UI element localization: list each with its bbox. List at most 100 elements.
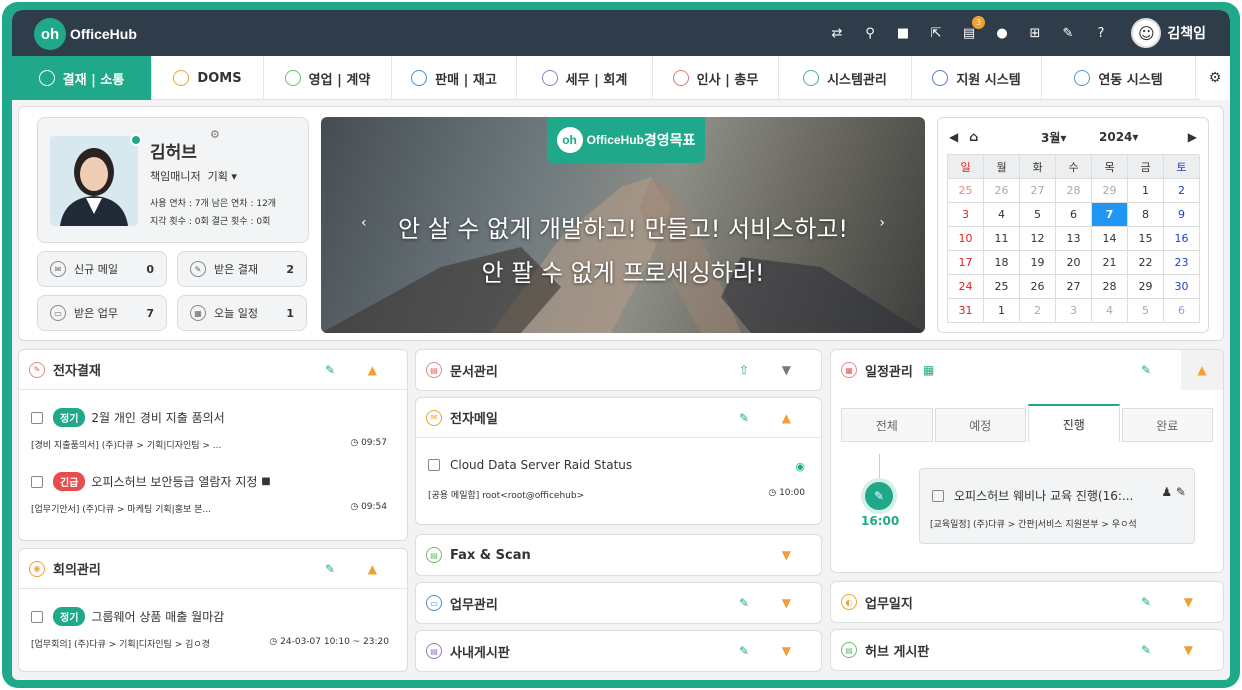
upload-icon[interactable]: ⇧ — [739, 363, 749, 377]
calendar-day[interactable]: 1 — [984, 299, 1020, 323]
timeline-edit-icon[interactable]: ✎ — [861, 478, 897, 514]
schedule-collapse-icon[interactable]: ▲ — [1181, 350, 1223, 390]
banner-next-icon[interactable]: › — [879, 215, 885, 231]
calendar-day[interactable]: 10 — [948, 227, 984, 251]
banner[interactable]: oh OfficeHub 경영목표 안 살 수 없게 개발하고! 만들고! 서비스하… — [321, 117, 925, 333]
nav-item-6[interactable]: 시스템관리 — [779, 56, 912, 100]
profile-settings-icon[interactable]: ⚙ — [210, 128, 220, 141]
calendar-day[interactable]: 30 — [1164, 275, 1200, 299]
calendar-day[interactable]: 15 — [1128, 227, 1164, 251]
calendar-day[interactable]: 12 — [1020, 227, 1056, 251]
docs-expand-icon[interactable]: ▼ — [782, 363, 791, 377]
notification-icon[interactable]: ▤ 3 — [960, 16, 985, 42]
calendar-day[interactable]: 20 — [1056, 251, 1092, 275]
board-expand-icon[interactable]: ▼ — [782, 644, 791, 658]
list-item[interactable]: Cloud Data Server Raid Status — [428, 458, 632, 472]
calendar-day[interactable]: 23 — [1164, 251, 1200, 275]
calendar-day[interactable]: 6 — [1164, 299, 1200, 323]
calendar-day[interactable]: 26 — [1020, 275, 1056, 299]
log-edit-icon[interactable]: ✎ — [1141, 595, 1151, 609]
calendar-day[interactable]: 4 — [984, 203, 1020, 227]
received-task-button[interactable]: ▭ 받은 업무 7 — [37, 295, 167, 331]
schedule-card[interactable]: 오피스허브 웨비나 교육 진행(16:... ♟ ✎ [교육일정] (주)다큐 … — [919, 468, 1195, 544]
next-month-icon[interactable]: ▶ — [1188, 130, 1197, 144]
calendar-day[interactable]: 14 — [1092, 227, 1128, 251]
approval-collapse-icon[interactable]: ▲ — [368, 363, 377, 377]
share-icon[interactable]: ⇱ — [927, 24, 945, 42]
calendar-day[interactable]: 24 — [948, 275, 984, 299]
prev-month-icon[interactable]: ◀ — [949, 130, 958, 144]
nav-item-3[interactable]: 판매 | 재고 — [392, 56, 517, 100]
lock-icon[interactable]: ● — [993, 24, 1011, 42]
calendar-day[interactable]: 2 — [1164, 179, 1200, 203]
calendar-day[interactable]: 18 — [984, 251, 1020, 275]
search-icon[interactable]: ⚲ — [861, 24, 879, 42]
user-menu[interactable]: ☺ 김책임 — [1131, 18, 1206, 48]
nav-item-2[interactable]: 영업 | 계약 — [264, 56, 392, 100]
fax-expand-icon[interactable]: ▼ — [782, 548, 791, 562]
calendar-day[interactable]: 26 — [984, 179, 1020, 203]
log-expand-icon[interactable]: ▼ — [1184, 595, 1193, 609]
approval-edit-icon[interactable]: ✎ — [325, 363, 335, 377]
calendar-day[interactable]: 27 — [1056, 275, 1092, 299]
tab-in-progress[interactable]: 진행 — [1028, 404, 1120, 442]
list-item[interactable]: 정기 2월 개인 경비 지출 품의서 — [31, 408, 225, 427]
today-schedule-button[interactable]: ▦ 오늘 일정 1 — [177, 295, 307, 331]
nav-item-1[interactable]: DOMS — [152, 56, 264, 100]
list-item[interactable]: 긴급 오피스허브 보안등급 열람자 지정 ■ — [31, 472, 271, 491]
calendar-day[interactable]: 25 — [984, 275, 1020, 299]
schedule-edit-icon[interactable]: ✎ — [1141, 363, 1151, 377]
mail-collapse-icon[interactable]: ▲ — [782, 411, 791, 425]
calendar-day[interactable]: 27 — [1020, 179, 1056, 203]
new-mail-button[interactable]: ✉ 신규 메일 0 — [37, 251, 167, 287]
calendar-day[interactable]: 21 — [1092, 251, 1128, 275]
org-chart-icon[interactable]: ⊞ — [1026, 24, 1044, 42]
task-expand-icon[interactable]: ▼ — [782, 596, 791, 610]
calendar-icon[interactable]: ▦ — [923, 363, 934, 377]
settings-gear-icon[interactable]: ⚙ — [1200, 56, 1230, 100]
calendar-day[interactable]: 29 — [1092, 179, 1128, 203]
calendar-day[interactable]: 13 — [1056, 227, 1092, 251]
calendar-day[interactable]: 17 — [948, 251, 984, 275]
tab-done[interactable]: 완료 — [1121, 408, 1213, 442]
calendar-day[interactable]: 7 — [1092, 203, 1128, 227]
calendar-day[interactable]: 3 — [948, 203, 984, 227]
calendar-day[interactable]: 6 — [1056, 203, 1092, 227]
nav-item-5[interactable]: 인사 | 총무 — [653, 56, 779, 100]
meeting-edit-icon[interactable]: ✎ — [325, 562, 335, 576]
tab-planned[interactable]: 예정 — [934, 408, 1026, 442]
home-icon[interactable]: ⌂ — [969, 130, 978, 145]
tab-all[interactable]: 전체 — [841, 408, 933, 442]
calendar-day[interactable]: 5 — [1128, 299, 1164, 323]
calendar-day[interactable]: 5 — [1020, 203, 1056, 227]
mail-edit-icon[interactable]: ✎ — [739, 411, 749, 425]
calendar-day[interactable]: 8 — [1128, 203, 1164, 227]
month-select[interactable]: 3월▾ — [1041, 129, 1066, 146]
calendar-day[interactable]: 11 — [984, 227, 1020, 251]
calendar-day[interactable]: 4 — [1092, 299, 1128, 323]
calendar-day[interactable]: 28 — [1092, 275, 1128, 299]
edit-icon[interactable]: ✎ — [1059, 24, 1077, 42]
logo[interactable]: oh OfficeHub — [34, 18, 137, 50]
calendar-day[interactable]: 25 — [948, 179, 984, 203]
calendar-day[interactable]: 2 — [1020, 299, 1056, 323]
profile-title[interactable]: 책임매니저 기획 ▾ — [150, 168, 237, 184]
calendar-day[interactable]: 16 — [1164, 227, 1200, 251]
person-edit-icon[interactable]: ♟ ✎ — [1161, 485, 1186, 499]
calendar-day[interactable]: 31 — [948, 299, 984, 323]
eye-icon[interactable]: ◉ — [795, 460, 805, 473]
calendar-day[interactable]: 29 — [1128, 275, 1164, 299]
hub-expand-icon[interactable]: ▼ — [1184, 643, 1193, 657]
calendar-day[interactable]: 22 — [1128, 251, 1164, 275]
banner-prev-icon[interactable]: ‹ — [361, 215, 367, 231]
help-icon[interactable]: ? — [1092, 24, 1110, 42]
nav-item-4[interactable]: 세무 | 회계 — [517, 56, 653, 100]
meeting-collapse-icon[interactable]: ▲ — [368, 562, 377, 576]
list-item[interactable]: 정기 그룹웨어 상품 매출 월마감 — [31, 607, 224, 626]
task-edit-icon[interactable]: ✎ — [739, 596, 749, 610]
year-select[interactable]: 2024▾ — [1099, 130, 1138, 144]
calendar-day[interactable]: 19 — [1020, 251, 1056, 275]
calendar-day[interactable]: 9 — [1164, 203, 1200, 227]
video-icon[interactable]: ■ — [894, 24, 912, 42]
calendar-day[interactable]: 1 — [1128, 179, 1164, 203]
